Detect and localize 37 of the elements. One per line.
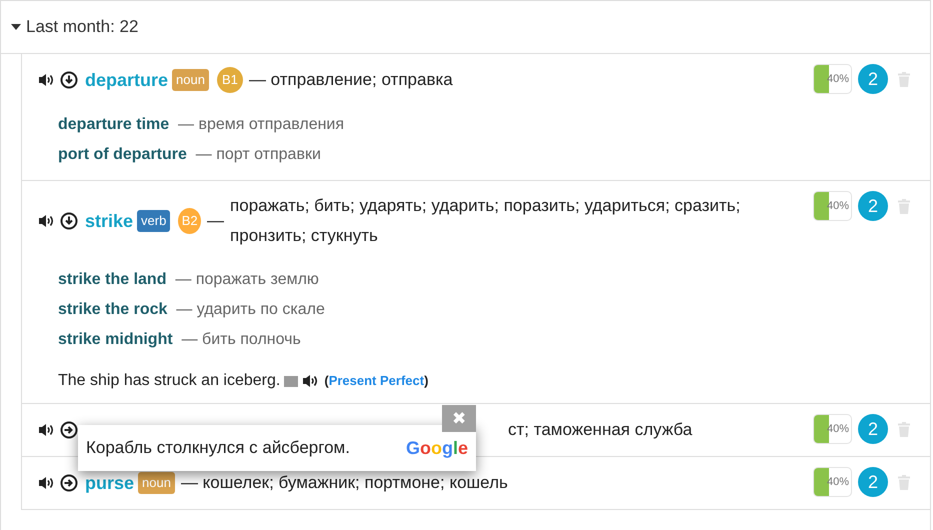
- parenthesis: ): [424, 372, 428, 390]
- part-of-speech-tag: noun: [172, 69, 209, 91]
- phrase[interactable]: strike midnight: [58, 331, 173, 348]
- popup-text: Корабль столкнулся с айсбергом.: [86, 437, 350, 460]
- phrase-translation: — бить полночь: [182, 331, 301, 348]
- count-badge: 2: [858, 191, 888, 221]
- speaker-icon[interactable]: [38, 423, 56, 437]
- example-sentence: The ship has struck an iceberg.: [58, 371, 280, 391]
- phrase[interactable]: port of departure: [58, 146, 187, 163]
- level-badge: B2: [178, 208, 202, 234]
- group-header[interactable]: Last month: 22: [1, 1, 930, 54]
- phrase-translation: — порт отправки: [196, 146, 321, 163]
- translation-text: поражать; бить; ударять; ударить; поразить; удариться; сразить; пронзить; стукнуть: [230, 195, 742, 247]
- caret-icon: [11, 24, 21, 30]
- parenthesis: (: [324, 372, 329, 390]
- phrase[interactable]: departure time: [58, 116, 170, 133]
- phrase-translation: — поражать землю: [175, 271, 319, 288]
- translation-text: ст; таможенная служба: [508, 419, 692, 441]
- tense-link[interactable]: Present Perfect: [328, 371, 424, 391]
- speaker-icon[interactable]: [38, 214, 56, 228]
- translation-text: — отправление; отправка: [248, 69, 453, 91]
- google-logo: Google: [406, 436, 468, 460]
- level-badge: B1: [216, 67, 243, 93]
- speaker-icon[interactable]: [38, 73, 56, 87]
- group-title: Last month: 22: [26, 16, 138, 38]
- count-badge: 2: [858, 414, 888, 444]
- count-badge: 2: [858, 467, 888, 497]
- phrase[interactable]: strike the land: [58, 271, 166, 288]
- translation-text: — кошелек; бумажник; портмоне; кошель: [180, 472, 508, 494]
- part-of-speech-tag: verb: [137, 210, 170, 232]
- part-of-speech-tag: noun: [138, 472, 175, 494]
- count-badge: 2: [858, 64, 888, 94]
- phrase-translation: — ударить по скале: [176, 301, 325, 318]
- dash: —: [207, 210, 224, 232]
- speaker-icon[interactable]: [38, 476, 56, 490]
- phrase-translation: — время отправления: [178, 116, 344, 133]
- phrase[interactable]: strike the rock: [58, 301, 168, 318]
